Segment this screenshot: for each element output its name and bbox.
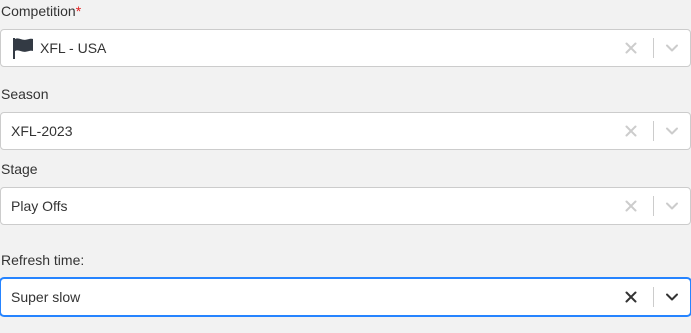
refresh-time-select[interactable]: Super slow [0, 278, 691, 316]
competition-value: XFL - USA [40, 40, 107, 56]
chevron-down-icon[interactable] [663, 288, 681, 306]
season-select[interactable]: XFL-2023 [0, 112, 691, 150]
indicator-separator [653, 196, 654, 216]
stage-select[interactable]: Play Offs [0, 187, 691, 225]
indicator-separator [653, 287, 654, 307]
refresh-time-label: Refresh time: [1, 252, 85, 268]
clear-icon[interactable] [622, 197, 640, 215]
chevron-down-icon[interactable] [663, 39, 681, 57]
clear-icon[interactable] [622, 39, 640, 57]
indicator-separator [653, 121, 654, 141]
season-label: Season [1, 86, 49, 102]
chevron-down-icon[interactable] [663, 122, 681, 140]
season-value: XFL-2023 [11, 123, 73, 139]
competition-value-container: XFL - USA [11, 30, 106, 66]
required-mark: * [75, 3, 82, 19]
indicator-separator [653, 38, 654, 58]
competition-select[interactable]: XFL - USA [0, 29, 691, 67]
competition-label: Competition* [1, 2, 81, 20]
flag-icon [11, 36, 35, 60]
chevron-down-icon[interactable] [663, 197, 681, 215]
competition-label-text: Competition [1, 3, 76, 19]
refresh-time-value: Super slow [11, 289, 81, 305]
stage-label: Stage [1, 161, 38, 177]
clear-icon[interactable] [622, 122, 640, 140]
clear-icon[interactable] [622, 288, 640, 306]
stage-value: Play Offs [11, 198, 68, 214]
